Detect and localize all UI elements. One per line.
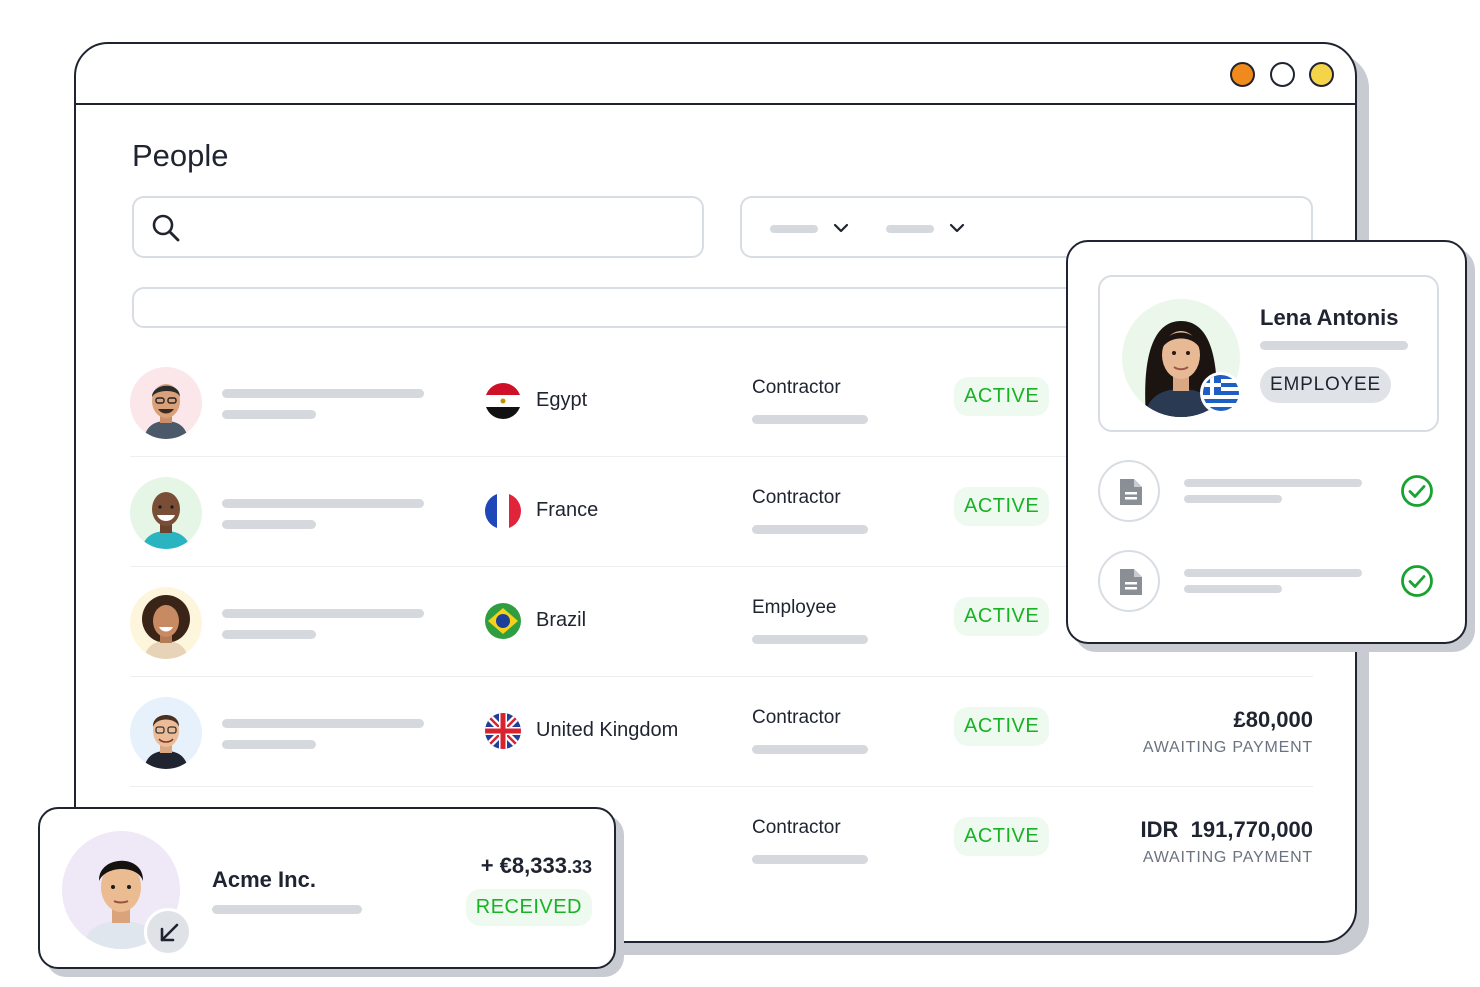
avatar [130, 477, 202, 549]
role-detail-placeholder [752, 745, 868, 754]
uk-flag-icon [485, 713, 521, 749]
status-badge: ACTIVE [954, 707, 1050, 746]
role-label: Contractor [752, 377, 841, 398]
chevron-down-icon[interactable] [832, 218, 850, 238]
status-badge: ACTIVE [954, 817, 1050, 856]
email-placeholder [222, 520, 316, 529]
role-label: Contractor [752, 707, 841, 728]
filter-one-placeholder[interactable] [770, 225, 818, 233]
country-label: Egypt [536, 389, 588, 411]
search-input[interactable] [132, 196, 704, 258]
avatar [130, 367, 202, 439]
role-label: Contractor [752, 817, 841, 838]
page-title: People [132, 138, 229, 173]
name-placeholder [222, 719, 424, 728]
profile-card[interactable]: Lena Antonis EMPLOYEE [1066, 240, 1467, 644]
window-close-button[interactable] [1230, 62, 1255, 87]
france-flag-icon [485, 493, 521, 529]
egypt-flag-icon [485, 383, 521, 419]
document-name-placeholder [1184, 569, 1362, 577]
arrow-down-left-icon [144, 908, 192, 956]
received-amount-cents: .33 [566, 857, 592, 877]
document-detail-placeholder [1184, 495, 1282, 503]
avatar [130, 697, 202, 769]
role-detail-placeholder [752, 855, 868, 864]
payer-name: Acme Inc. [212, 867, 316, 892]
email-placeholder [222, 630, 316, 639]
country-label: United Kingdom [536, 719, 679, 741]
name-placeholder [222, 499, 424, 508]
table-row[interactable]: United Kingdom Contractor ACTIVE £80,000… [130, 677, 1313, 787]
payment-card[interactable]: Acme Inc. + €8,333.33 RECEIVED [38, 807, 616, 969]
status-badge: ACTIVE [954, 377, 1050, 416]
window-titlebar [76, 44, 1355, 105]
document-icon[interactable] [1098, 460, 1160, 522]
role-label: Employee [752, 597, 837, 618]
window-maximize-button[interactable] [1309, 62, 1334, 87]
document-detail-placeholder [1184, 585, 1282, 593]
country-label: Brazil [536, 609, 587, 631]
received-status-badge: RECEIVED [465, 889, 592, 926]
payment-amount: £80,000 [1233, 707, 1313, 732]
brazil-flag-icon [485, 603, 521, 639]
avatar [130, 587, 202, 659]
payment-status: AWAITING PAYMENT [1142, 739, 1313, 756]
profile-detail-placeholder [1260, 341, 1408, 350]
role-detail-placeholder [752, 415, 868, 424]
name-placeholder [222, 609, 424, 618]
search-icon [152, 214, 180, 242]
email-placeholder [222, 740, 316, 749]
name-placeholder [222, 389, 424, 398]
payment-status: AWAITING PAYMENT [1142, 849, 1313, 866]
document-icon[interactable] [1098, 550, 1160, 612]
profile-header: Lena Antonis EMPLOYEE [1098, 275, 1439, 432]
filter-two-placeholder[interactable] [886, 225, 934, 233]
payer-detail-placeholder [212, 905, 362, 914]
check-circle-icon [1401, 565, 1433, 597]
received-amount: + €8,333.33 [481, 853, 592, 879]
greece-flag-icon [1200, 372, 1242, 414]
email-placeholder [222, 410, 316, 419]
window-minimize-button[interactable] [1270, 62, 1295, 87]
role-label: Contractor [752, 487, 841, 508]
employment-type-badge: EMPLOYEE [1260, 367, 1391, 403]
document-name-placeholder [1184, 479, 1362, 487]
received-amount-main: + €8,333 [480, 853, 567, 878]
check-circle-icon [1401, 475, 1433, 507]
chevron-down-icon[interactable] [948, 218, 966, 238]
profile-name: Lena Antonis [1260, 305, 1399, 330]
role-detail-placeholder [752, 635, 868, 644]
status-badge: ACTIVE [954, 487, 1050, 526]
role-detail-placeholder [752, 525, 868, 534]
country-label: France [536, 499, 599, 521]
payment-amount: IDR 191,770,000 [1140, 817, 1313, 842]
status-badge: ACTIVE [954, 597, 1050, 636]
